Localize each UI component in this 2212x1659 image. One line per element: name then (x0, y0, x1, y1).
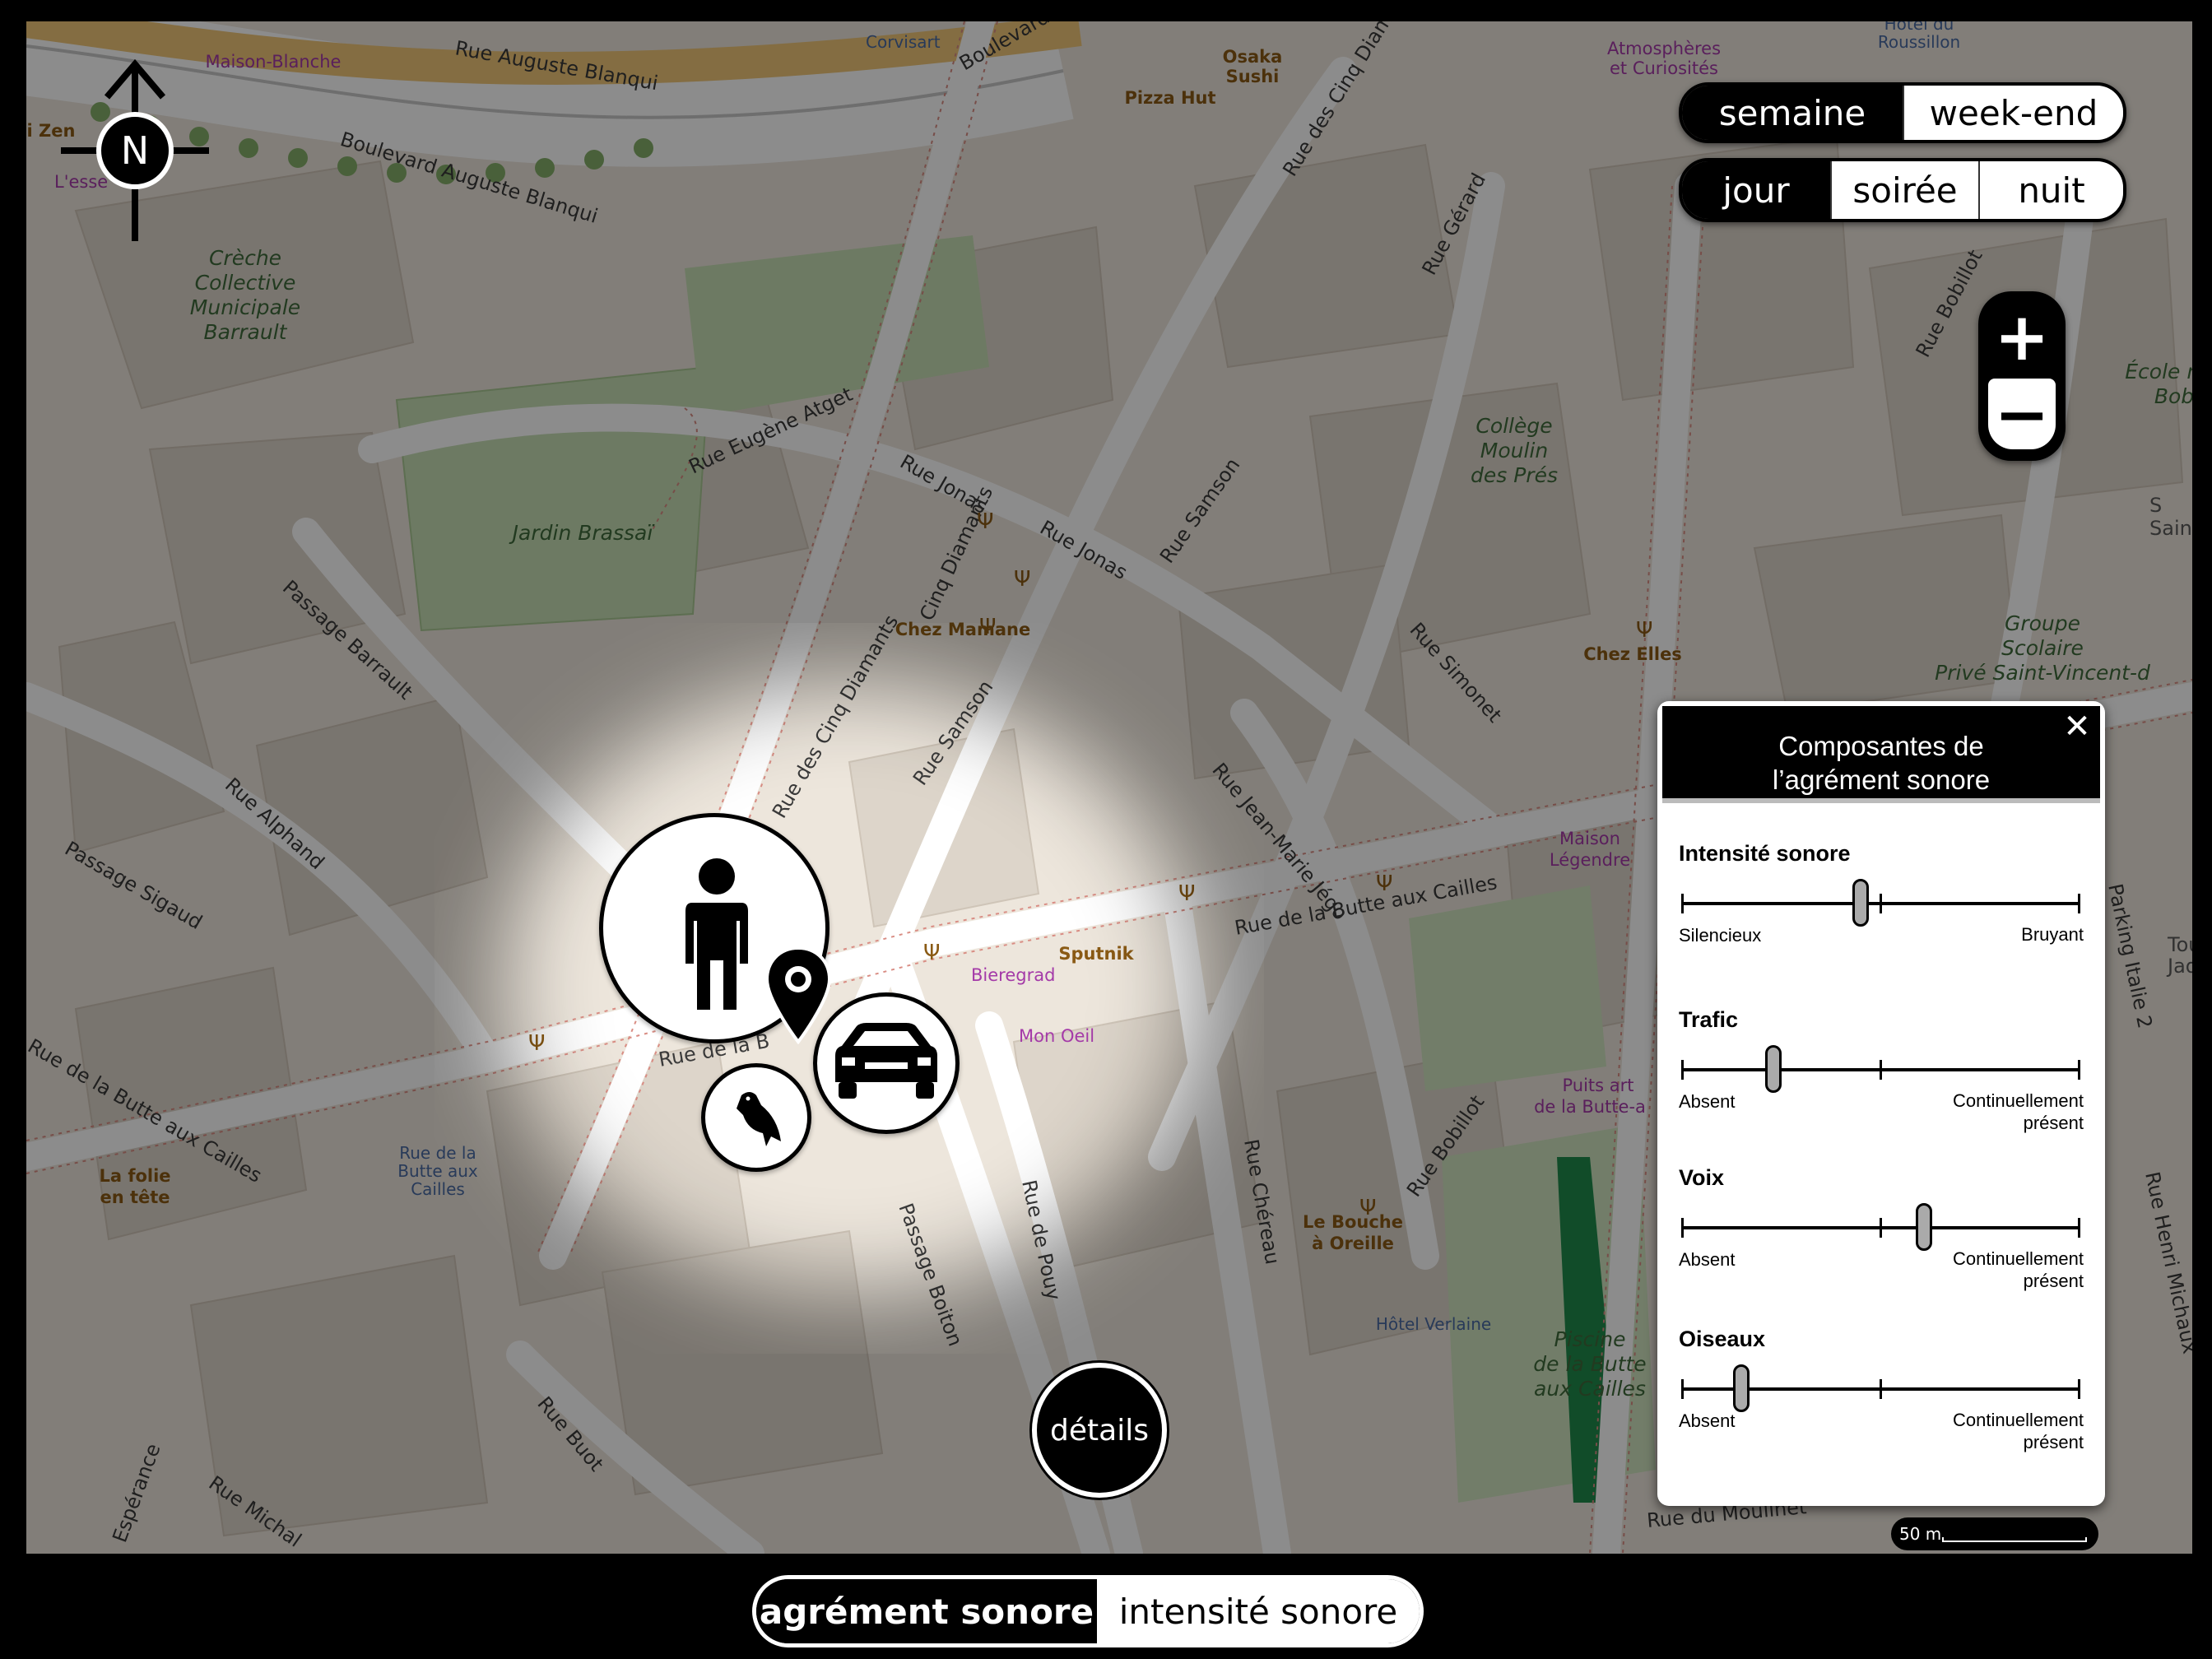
slider-max-label: Continuellement présent (1953, 1248, 2084, 1292)
slider-max-label-line1: Continuellement (1953, 1090, 2084, 1111)
bird-icon (737, 1092, 781, 1146)
option-intensite-sonore[interactable]: intensité sonore (1097, 1579, 1420, 1643)
slider-track[interactable] (1681, 1364, 2080, 1412)
option-nuit[interactable]: nuit (1978, 161, 2123, 219)
slider-tick (1681, 894, 1684, 913)
slider-tick (1880, 894, 1882, 913)
slider-thumb[interactable] (1916, 1203, 1933, 1251)
slider-thumb[interactable] (1852, 879, 1869, 927)
slider-max-label: Bruyant (2021, 923, 2084, 946)
slider-tick (1880, 1060, 1882, 1080)
compass-icon[interactable]: N (61, 56, 209, 245)
slider-tick (2078, 1060, 2080, 1080)
time-toggle[interactable]: jour soirée nuit (1679, 158, 2126, 222)
slider-tick (1681, 1218, 1684, 1238)
option-jour[interactable]: jour (1682, 161, 1830, 219)
map-scale: 50 m (1891, 1517, 2098, 1550)
zoom-out-button[interactable]: − (1988, 376, 2056, 453)
slider-tick (2078, 894, 2080, 913)
slider-tick (2078, 1379, 2080, 1399)
week-toggle[interactable]: semaine week-end (1679, 82, 2126, 143)
slider-tick (1681, 1379, 1684, 1399)
car-icon (835, 1023, 937, 1099)
slider-tick (1880, 1379, 1882, 1399)
slider-max-label-line1: Continuellement (1953, 1248, 2084, 1269)
option-agrement-sonore[interactable]: agrément sonore (756, 1579, 1097, 1643)
bird-marker[interactable] (701, 1063, 811, 1172)
zoom-control: + − (1978, 291, 2066, 461)
option-soiree[interactable]: soirée (1830, 161, 1978, 219)
slider-tick (1880, 1218, 1882, 1238)
slider-max-label: Continuellement présent (1953, 1090, 2084, 1134)
slider-min-label: Absent (1679, 1249, 1736, 1270)
slider-title: Trafic (1679, 1007, 1739, 1032)
panel-header: Composantes de l’agrément sonore (1662, 706, 2100, 803)
slider-min-label: Absent (1679, 1091, 1736, 1112)
slider-tick (1681, 1060, 1684, 1080)
slider-max-label-line2: présent (2023, 1432, 2084, 1452)
panel-title-line1: Composantes de (1778, 731, 1984, 761)
slider-max-label-line2: présent (2023, 1271, 2084, 1291)
slider-thumb[interactable] (1733, 1364, 1750, 1412)
slider-max-label-line2: présent (2023, 1113, 2084, 1133)
zoom-in-button[interactable]: + (1988, 299, 2056, 375)
slider-max-label-line1: Continuellement (1953, 1410, 2084, 1430)
slider-max-label-line1: Bruyant (2021, 924, 2084, 945)
option-semaine[interactable]: semaine (1682, 86, 1903, 140)
details-button[interactable]: détails (1032, 1363, 1167, 1498)
sound-components-panel: Composantes de l’agrément sonore ✕ Inten… (1657, 701, 2105, 1506)
slider-min-label: Silencieux (1679, 925, 1762, 946)
mode-toggle[interactable]: agrément sonore intensité sonore (752, 1575, 1424, 1647)
app-frame: Rue Auguste Blanqui Boulevard Auguste Bl… (0, 0, 2212, 1659)
slider-thumb[interactable] (1764, 1045, 1782, 1093)
slider-min-label: Absent (1679, 1410, 1736, 1431)
slider-title: Intensité sonore (1679, 841, 1851, 866)
scale-label: 50 m (1899, 1524, 1942, 1544)
car-marker[interactable] (813, 992, 960, 1134)
slider-track[interactable] (1681, 879, 2080, 927)
slider-track[interactable] (1681, 1203, 2080, 1251)
scale-bar (1942, 1537, 2087, 1542)
slider-title: Oiseaux (1679, 1327, 1766, 1351)
compass-label: N (121, 128, 149, 173)
slider-track[interactable] (1681, 1045, 2080, 1093)
close-icon[interactable]: ✕ (2062, 710, 2092, 743)
slider-title: Voix (1679, 1165, 1725, 1190)
option-week-end[interactable]: week-end (1903, 86, 2123, 140)
slider-tick (2078, 1218, 2080, 1238)
slider-max-label: Continuellement présent (1953, 1409, 2084, 1453)
panel-title-line2: l’agrément sonore (1772, 764, 1991, 795)
